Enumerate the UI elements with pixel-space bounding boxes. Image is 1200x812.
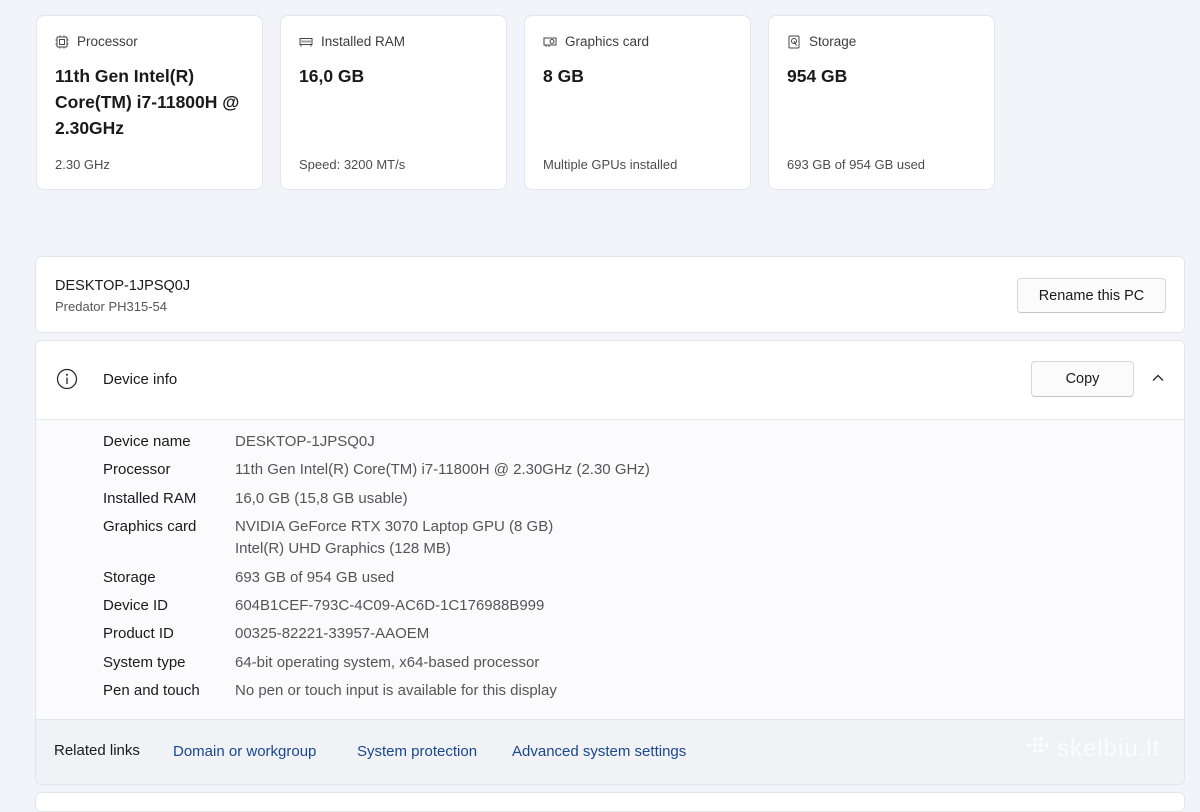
spec-value: 604B1CEF-793C-4C09-AC6D-1C176988B999	[235, 596, 545, 614]
ram-card-value: 16,0 GB	[299, 66, 365, 86]
processor-card: Processor 11th Gen Intel(R) Core(TM) i7-…	[36, 15, 263, 190]
spec-label: Device ID	[103, 596, 169, 614]
device-info-header[interactable]: Device info Copy	[36, 341, 1184, 420]
rename-pc-button[interactable]: Rename this PC	[1017, 278, 1166, 313]
spec-value: 16,0 GB (15,8 GB usable)	[235, 489, 408, 507]
device-info-title: Device info	[103, 371, 178, 388]
spec-row-product-id: Product ID 00325-82221-33957-AAOEM	[103, 623, 650, 645]
ram-card-header: Installed RAM	[299, 34, 405, 49]
pc-name-panel: DESKTOP-1JPSQ0J Predator PH315-54 Rename…	[35, 256, 1185, 333]
watermark-text: skelbiu.lt	[1057, 734, 1161, 762]
spec-value: No pen or touch input is available for t…	[235, 682, 557, 700]
graphics-card: Graphics card 8 GB Multiple GPUs install…	[524, 15, 751, 190]
spec-row-graphics-card: Graphics card NVIDIA GeForce RTX 3070 La…	[103, 516, 650, 560]
watermark: skelbiu.lt	[1025, 734, 1160, 763]
spec-row-device-name: Device name DESKTOP-1JPSQ0J	[103, 431, 650, 453]
pc-model: Predator PH315-54	[55, 299, 168, 314]
spec-value: 00325-82221-33957-AAOEM	[235, 625, 430, 643]
spec-label: Storage	[103, 568, 156, 586]
ram-icon	[299, 35, 313, 49]
graphics-card-sub: Multiple GPUs installed	[543, 157, 678, 172]
processor-card-title: Processor	[77, 34, 138, 49]
spec-label: Pen and touch	[103, 682, 200, 700]
spec-value: DESKTOP-1JPSQ0J	[235, 433, 375, 450]
processor-card-value: 11th Gen Intel(R) Core(TM) i7-11800H @ 2…	[55, 66, 240, 138]
storage-card-sub: 693 GB of 954 GB used	[787, 157, 926, 172]
related-links-title: Related links	[54, 742, 140, 759]
storage-card: Storage 954 GB 693 GB of 954 GB used	[768, 15, 995, 190]
processor-icon	[55, 35, 69, 49]
spec-label: Device name	[103, 433, 191, 450]
spec-value: 11th Gen Intel(R) Core(TM) i7-11800H @ 2…	[235, 461, 650, 479]
system-protection-link[interactable]: System protection	[357, 743, 477, 760]
device-specs-list: Device name DESKTOP-1JPSQ0J Processor 11…	[103, 431, 650, 709]
next-panel	[35, 792, 1185, 812]
graphics-card-icon	[543, 35, 557, 49]
graphics-card-title: Graphics card	[565, 34, 650, 49]
spec-row-device-id: Device ID 604B1CEF-793C-4C09-AC6D-1C1769…	[103, 595, 650, 617]
info-icon	[56, 368, 78, 390]
spec-value-line: Intel(R) UHD Graphics (128 MB)	[235, 540, 451, 558]
chevron-up-icon[interactable]	[1149, 369, 1167, 387]
spec-value: 64-bit operating system, x64-based proce…	[235, 653, 540, 671]
advanced-system-settings-link[interactable]: Advanced system settings	[512, 743, 686, 760]
spec-label: System type	[103, 653, 186, 671]
copy-button[interactable]: Copy	[1031, 361, 1134, 397]
storage-icon	[787, 35, 801, 49]
graphics-card-header: Graphics card	[543, 34, 649, 49]
ram-card-sub: Speed: 3200 MT/s	[299, 157, 406, 172]
spec-label: Processor	[103, 461, 171, 479]
related-links-bar: Related links Domain or workgroup System…	[36, 719, 1184, 784]
spec-label: Product ID	[103, 625, 174, 643]
storage-card-value: 954 GB	[787, 66, 848, 86]
spec-value-line: NVIDIA GeForce RTX 3070 Laptop GPU (8 GB…	[235, 518, 554, 536]
device-info-panel: Device info Copy Device name DESKTOP-1JP…	[35, 340, 1185, 785]
spec-row-processor: Processor 11th Gen Intel(R) Core(TM) i7-…	[103, 459, 650, 481]
pc-name: DESKTOP-1JPSQ0J	[55, 278, 191, 294]
spec-value: NVIDIA GeForce RTX 3070 Laptop GPU (8 GB…	[235, 516, 553, 560]
processor-card-sub: 2.30 GHz	[55, 157, 110, 172]
spec-row-pen-and-touch: Pen and touch No pen or touch input is a…	[103, 680, 650, 702]
spec-label: Installed RAM	[103, 489, 197, 507]
storage-card-title: Storage	[809, 34, 857, 49]
storage-card-header: Storage	[787, 34, 856, 49]
spec-value: 693 GB of 954 GB used	[235, 568, 395, 586]
watermark-logo-icon	[1025, 734, 1053, 763]
domain-or-workgroup-link[interactable]: Domain or workgroup	[173, 743, 316, 760]
spec-label: Graphics card	[103, 518, 197, 536]
spec-row-installed-ram: Installed RAM 16,0 GB (15,8 GB usable)	[103, 488, 650, 510]
spec-row-system-type: System type 64-bit operating system, x64…	[103, 652, 650, 674]
ram-card: Installed RAM 16,0 GB Speed: 3200 MT/s	[280, 15, 507, 190]
graphics-card-value: 8 GB	[543, 66, 584, 86]
spec-row-storage: Storage 693 GB of 954 GB used	[103, 567, 650, 589]
processor-card-header: Processor	[55, 34, 138, 49]
ram-card-title: Installed RAM	[321, 34, 406, 49]
